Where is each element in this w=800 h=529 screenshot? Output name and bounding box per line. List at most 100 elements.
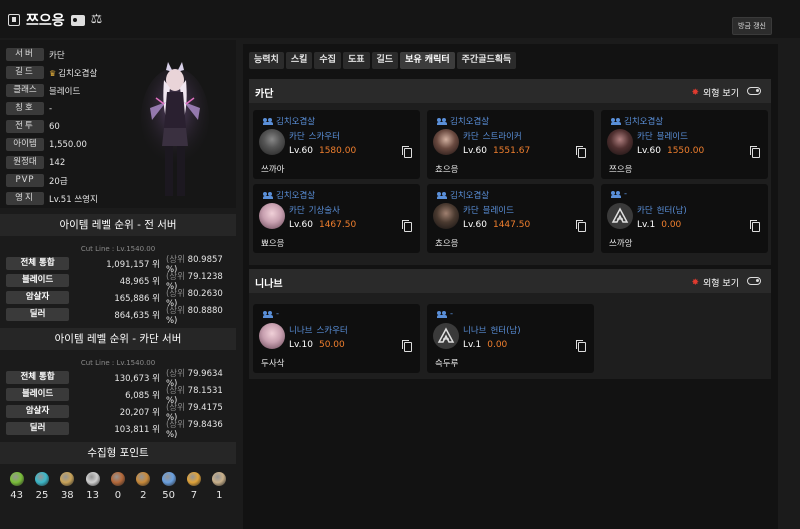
card-guild-name: 김치오겹살 <box>624 117 664 127</box>
copy-icon[interactable] <box>750 146 760 158</box>
rank-pct-prefix: (상위 <box>165 402 185 413</box>
character-avatar <box>433 203 459 229</box>
tab-item[interactable]: 수집 <box>314 52 341 69</box>
rank-number: 103,811 위 <box>114 424 160 435</box>
info-value: 20급 <box>49 176 68 187</box>
card-char-level: Lv.1 <box>637 220 656 230</box>
rank-label: 딜러 <box>6 422 70 435</box>
collect-count: 25 <box>35 490 49 501</box>
card-server: 카단 <box>637 132 653 142</box>
character-card[interactable]: 김치오겹살 카단 기상술사 Lv.60 1467.50 뾰으응 <box>253 184 420 253</box>
collect-item[interactable]: 0 <box>108 472 128 501</box>
collect-item[interactable]: 43 <box>7 472 27 501</box>
info-class: 클래스 블레이드 <box>6 84 80 97</box>
card-guild-name: 김치오겹살 <box>450 117 490 127</box>
server-name: 니나브 <box>255 279 283 290</box>
rank-number: 48,965 위 <box>119 276 160 287</box>
card-server: 니나브 <box>463 326 487 336</box>
guild-members-icon <box>437 191 447 199</box>
card-guild-name: - <box>624 189 628 199</box>
copy-icon[interactable] <box>402 340 412 352</box>
info-value: 블레이드 <box>49 86 81 97</box>
copy-icon[interactable] <box>750 220 760 232</box>
tab-item[interactable]: 도표 <box>342 52 370 69</box>
collect-count: 43 <box>10 490 24 501</box>
card-class-name: 스카우터 <box>308 132 340 142</box>
rank-pct-prefix: (상위 <box>165 419 185 430</box>
bookmark-icon[interactable] <box>8 14 20 26</box>
collect-item[interactable]: 50 <box>159 472 179 501</box>
info-value: 142 <box>49 157 66 168</box>
card-guild-name: 김치오겹살 <box>276 191 316 201</box>
tab-item[interactable]: 길드 <box>371 52 399 69</box>
info-title: 칭호 - <box>6 102 52 115</box>
copy-icon[interactable] <box>402 220 412 232</box>
collect-item[interactable]: 38 <box>57 472 77 501</box>
tab-item[interactable]: 보유 캐릭터 <box>400 52 455 69</box>
collect-item[interactable]: 1 <box>209 472 229 501</box>
card-char-level: Lv.10 <box>289 340 313 350</box>
card-char-level: Lv.60 <box>463 146 487 156</box>
copy-icon[interactable] <box>402 146 412 158</box>
collect-item[interactable]: 25 <box>32 472 52 501</box>
card-level: Lv.1 0.00 <box>637 220 681 230</box>
card-guild-name: - <box>450 309 454 319</box>
hunter-class-icon <box>433 323 459 349</box>
appearance-view-label: 외형 보기 <box>703 279 739 289</box>
card-guild: 김치오겹살 <box>263 189 315 201</box>
character-card[interactable]: 김치오겹살 카단 블레이드 Lv.60 1447.50 쵸으응 <box>427 184 594 253</box>
copy-icon[interactable] <box>576 146 586 158</box>
copy-icon[interactable] <box>576 220 586 232</box>
info-expedition: 원정대 142 <box>6 156 65 169</box>
orgel-icon <box>212 472 227 486</box>
copy-icon[interactable] <box>576 340 586 352</box>
rank-pct-prefix: (상위 <box>165 385 185 396</box>
appearance-toggle[interactable] <box>747 87 761 95</box>
rank-label: 암살자 <box>6 291 70 304</box>
card-char-level: Lv.60 <box>289 146 313 156</box>
card-guild: - <box>437 309 453 319</box>
info-value[interactable]: 김치오겹살 <box>58 69 97 79</box>
character-avatar <box>433 129 459 155</box>
tab-item[interactable]: 능력치 <box>249 52 284 69</box>
character-card[interactable]: 김치오겹살 카단 스카우터 Lv.60 1580.00 쓰까아 <box>253 110 420 179</box>
appearance-view-button[interactable]: ✸ 외형 보기 <box>691 276 739 290</box>
rank-label: 블레이드 <box>6 274 70 287</box>
card-class: 니나브 헌터(남) <box>463 324 521 336</box>
collect-count: 2 <box>140 490 147 501</box>
rank-pct-prefix: (상위 <box>165 271 185 282</box>
scale-icon[interactable]: ⚖ <box>91 13 103 26</box>
info-value: 1,550.00 <box>49 139 87 150</box>
collect-item[interactable]: 13 <box>83 472 103 501</box>
info-label: 영지 <box>6 192 44 205</box>
appearance-view-button[interactable]: ✸ 외형 보기 <box>691 86 739 100</box>
collect-item[interactable]: 7 <box>184 472 204 501</box>
appearance-toggle[interactable] <box>747 277 761 285</box>
card-item-level: 50.00 <box>318 340 345 350</box>
id-card-icon[interactable] <box>70 14 85 26</box>
collect-count: 50 <box>162 490 175 501</box>
collect-item[interactable]: 2 <box>133 472 153 501</box>
character-card[interactable]: - 니나브 헌터(남) Lv.1 0.00 슥두루 <box>427 304 594 373</box>
card-item-level: 1580.00 <box>318 146 357 156</box>
rank-number: 864,635 위 <box>114 310 160 321</box>
tab-item[interactable]: 주간골드획득 <box>456 52 517 69</box>
refresh-button[interactable]: 방금 갱신 <box>732 17 772 35</box>
character-card[interactable]: 김치오겹살 카단 블레이드 Lv.60 1550.00 쯔으응 <box>601 110 768 179</box>
character-card[interactable]: - 니나브 스카우터 Lv.10 50.00 두사삭 <box>253 304 420 373</box>
info-label: 서버 <box>6 48 44 61</box>
card-guild: - <box>263 309 279 319</box>
tab-item[interactable]: 스킬 <box>285 52 313 69</box>
character-card[interactable]: 김치오겹살 카단 스트라이커 Lv.60 1551.67 쵸으응 <box>427 110 594 179</box>
world-tree-leaf-icon <box>161 472 176 486</box>
rank-label: 전체 통합 <box>6 257 70 270</box>
character-card[interactable]: - 카단 헌터(남) Lv.1 0.00 쓰까앙 <box>601 184 768 253</box>
hunter-class-icon <box>607 203 633 229</box>
info-label: PVP <box>6 174 44 187</box>
info-value: Lv.51 쓰영지 <box>49 194 98 205</box>
card-character-name: 쵸으응 <box>435 165 459 175</box>
collect-count: 38 <box>60 490 74 501</box>
collect-count: 1 <box>216 490 223 501</box>
card-class-name: 블레이드 <box>656 132 688 142</box>
character-avatar <box>259 129 285 155</box>
